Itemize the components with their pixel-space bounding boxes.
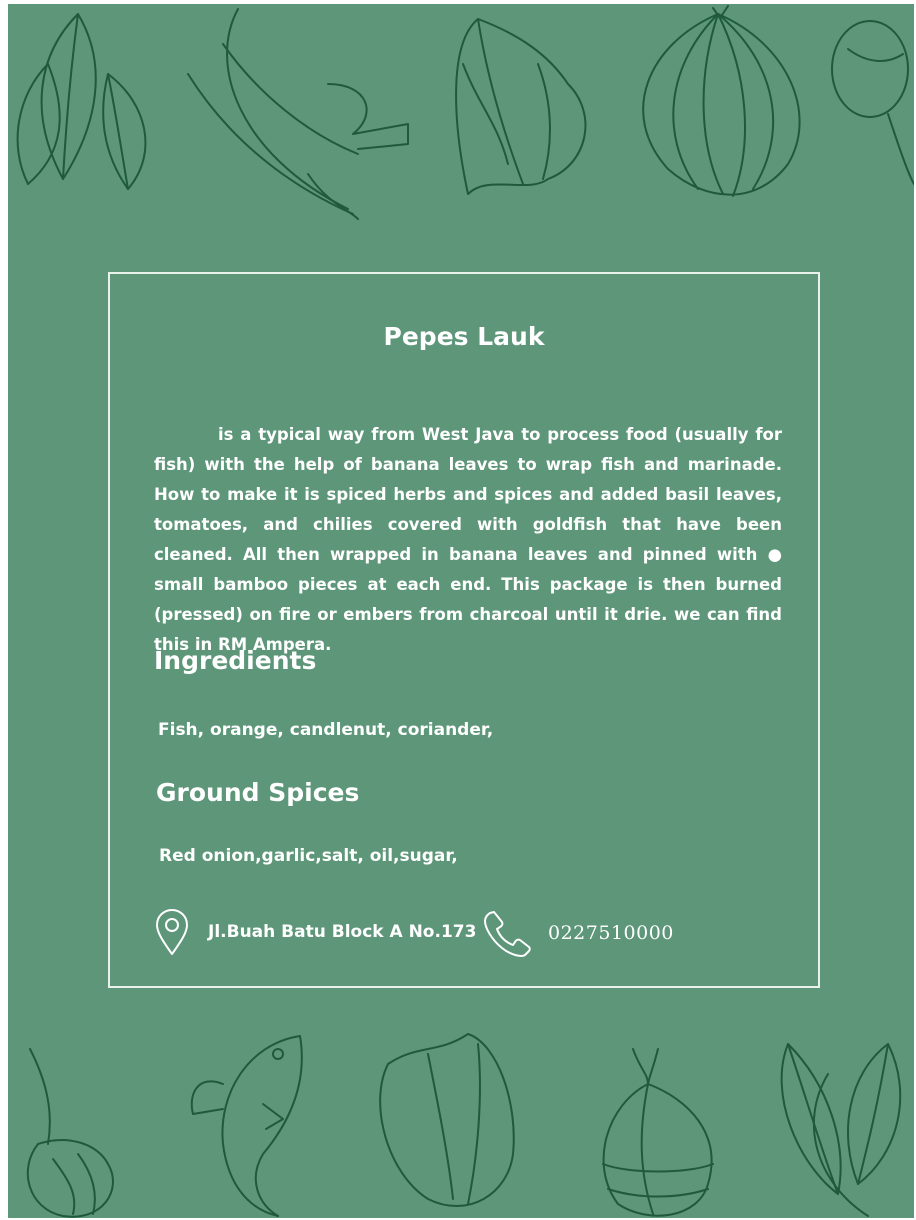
phone-number: 0227510000 — [548, 922, 674, 944]
ingredients-heading: Ingredients — [154, 646, 317, 675]
ingredients-list: Fish, orange, candlenut, coriander, — [158, 720, 494, 740]
map-pin-icon — [156, 909, 188, 955]
recipe-card: Pepes Lauk is a typical way from West Ja… — [108, 272, 820, 988]
address-text: Jl.Buah Batu Block A No.173 — [208, 922, 477, 942]
recipe-description: is a typical way from West Java to proce… — [154, 425, 782, 654]
eggplant-doodle-top — [187, 8, 409, 220]
contact-row: Jl.Buah Batu Block A No.173 0227510000 — [154, 908, 794, 960]
phone-icon — [484, 911, 531, 957]
eggplant-doodle-bottom — [26, 1048, 114, 1218]
cabbage-doodle-bottom — [379, 1033, 515, 1208]
ground-spices-list: Red onion,garlic,salt, oil,sugar, — [159, 846, 458, 866]
onion-doodle-top — [642, 5, 801, 197]
round-vegetable-doodle-top — [831, 20, 914, 185]
recipe-page: Pepes Lauk is a typical way from West Ja… — [8, 4, 914, 1218]
recipe-title: Pepes Lauk — [383, 322, 545, 351]
fish-doodle-bottom — [190, 1035, 303, 1217]
onion-doodle-bottom — [602, 1048, 714, 1217]
spinach-doodle-bottom — [780, 1043, 902, 1217]
ground-spices-heading: Ground Spices — [156, 778, 360, 807]
spinach-doodle-top — [16, 13, 147, 190]
cabbage-doodle-top — [455, 18, 587, 195]
